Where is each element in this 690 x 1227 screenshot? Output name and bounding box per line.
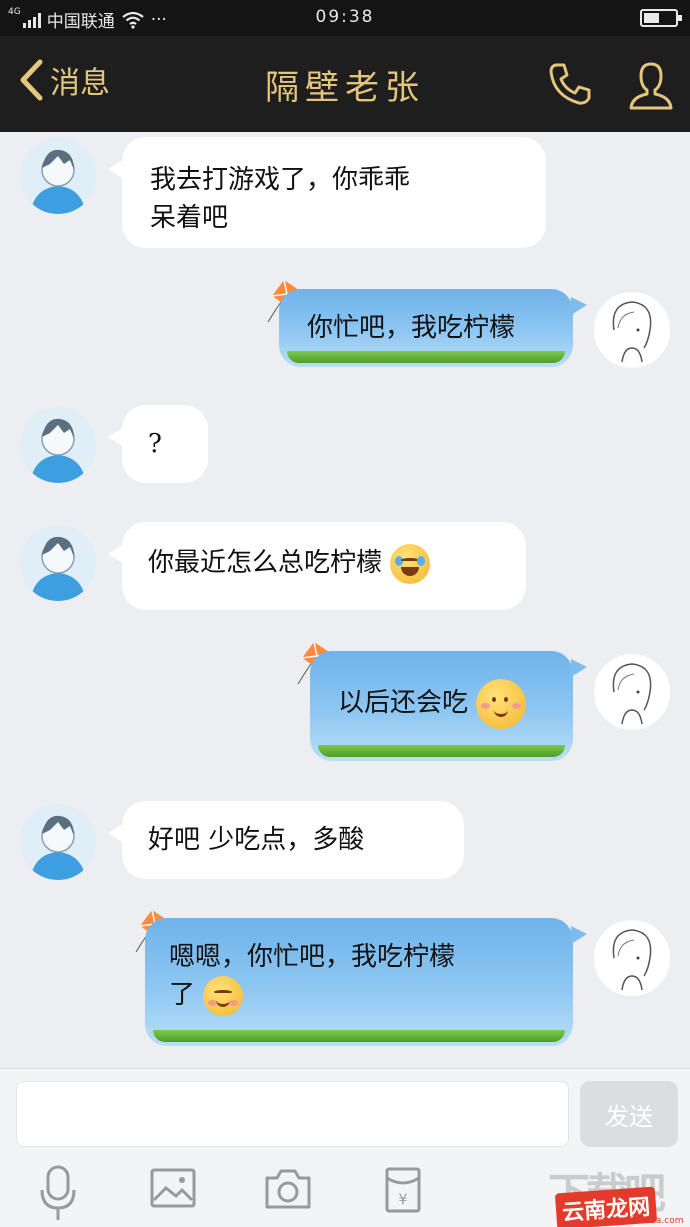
- message-bubble-outgoing[interactable]: 你忙吧，我吃柠檬: [279, 289, 587, 367]
- message-text: 我去打游戏了，你乖乖: [150, 165, 411, 195]
- image-icon[interactable]: [150, 1168, 196, 1210]
- message-text: 呆着吧: [150, 203, 229, 233]
- bubble-grass-decoration: [287, 351, 565, 363]
- message-text: 你忙吧，我吃柠檬: [307, 313, 516, 343]
- my-avatar[interactable]: [594, 654, 670, 730]
- camera-icon[interactable]: [263, 1168, 313, 1210]
- message-text: 了: [169, 980, 196, 1010]
- battery-icon: [640, 9, 682, 27]
- phone-icon[interactable]: [546, 60, 594, 108]
- blush-emoji-icon: [476, 679, 527, 729]
- send-button[interactable]: 发送: [580, 1081, 678, 1147]
- contact-avatar[interactable]: [20, 525, 96, 601]
- composer-bar: 发送: [0, 1068, 690, 1160]
- contact-avatar[interactable]: [20, 407, 96, 483]
- my-avatar[interactable]: [594, 292, 670, 368]
- my-avatar[interactable]: [594, 920, 670, 996]
- bubble-grass-decoration: [318, 745, 565, 757]
- message-bubble-incoming[interactable]: 好吧 少吃点，多酸: [108, 801, 464, 879]
- contact-avatar[interactable]: [20, 138, 96, 214]
- message-bubble-incoming[interactable]: 我去打游戏了，你乖乖 呆着吧: [108, 137, 546, 248]
- message-text: 以后还会吃: [338, 688, 469, 718]
- profile-icon[interactable]: [628, 60, 674, 112]
- message-text: 好吧 少吃点，多酸: [148, 825, 365, 855]
- watermark-url: www.xiazaiba.com: [600, 1216, 684, 1226]
- chat-header: 消息 隔壁老张: [0, 36, 690, 132]
- message-text: 你最近怎么总吃柠檬: [148, 548, 383, 578]
- message-text: 嗯嗯，你忙吧，我吃柠檬: [169, 942, 456, 972]
- tears-of-joy-emoji-icon: [390, 544, 431, 584]
- smile-emoji-icon: [203, 976, 244, 1016]
- red-packet-icon[interactable]: ¥: [384, 1166, 422, 1214]
- contact-avatar[interactable]: [20, 804, 96, 880]
- message-bubble-outgoing[interactable]: 以后还会吃: [310, 651, 587, 761]
- message-text: ?: [148, 429, 162, 459]
- message-input[interactable]: [16, 1081, 569, 1147]
- message-bubble-incoming[interactable]: 你最近怎么总吃柠檬: [108, 522, 526, 610]
- clock: 09:38: [315, 7, 375, 27]
- status-bar: 4G 中国联通 ··· 09:38: [0, 0, 690, 36]
- message-bubble-incoming[interactable]: ?: [108, 405, 208, 483]
- message-bubble-outgoing[interactable]: 嗯嗯，你忙吧，我吃柠檬 了: [145, 918, 587, 1046]
- svg-text:¥: ¥: [399, 1192, 408, 1208]
- bubble-grass-decoration: [153, 1030, 565, 1042]
- microphone-icon[interactable]: [38, 1164, 78, 1222]
